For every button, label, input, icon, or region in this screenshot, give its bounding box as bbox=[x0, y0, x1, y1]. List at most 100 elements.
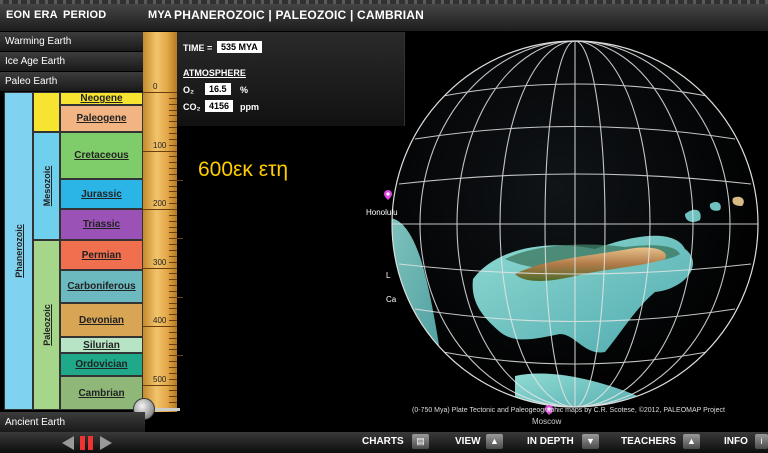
charts-button[interactable]: CHARTS bbox=[362, 436, 404, 447]
ruler-tick bbox=[169, 343, 177, 345]
period-carboniferous[interactable]: Carboniferous bbox=[60, 270, 143, 303]
period-cambrian[interactable]: Cambrian bbox=[60, 376, 143, 410]
o2-unit: % bbox=[240, 85, 249, 95]
info-panel: TIME = 535 MYA ATMOSPHERE O₂ 16.5 % CO₂ … bbox=[177, 32, 405, 126]
info-icon[interactable]: i bbox=[755, 434, 768, 449]
ruler-tick bbox=[143, 150, 177, 152]
overlay-annotation: 600εκ ετη bbox=[198, 158, 289, 181]
ruler-tick bbox=[169, 179, 183, 181]
ruler-tick bbox=[169, 349, 177, 351]
ruler-tick bbox=[169, 314, 177, 316]
atmosphere-label: ATMOSPHERE bbox=[183, 68, 246, 78]
ruler-tick bbox=[169, 273, 177, 275]
period-silurian[interactable]: Silurian bbox=[60, 337, 143, 353]
in-depth-button[interactable]: IN DEPTH bbox=[527, 436, 574, 447]
ruler-tick bbox=[169, 214, 177, 216]
period-ordovician[interactable]: Ordovician bbox=[60, 353, 143, 376]
ruler-tick bbox=[169, 115, 177, 117]
view-button[interactable]: VIEW bbox=[455, 436, 481, 447]
era-paleozoic[interactable]: Paleozoic bbox=[33, 240, 60, 410]
o2-label: O₂ bbox=[183, 85, 194, 95]
ruler-tick bbox=[169, 203, 177, 205]
previous-icon[interactable] bbox=[62, 436, 74, 450]
period-column: Neogene Paleogene Cretaceous Jurassic Tr… bbox=[60, 92, 143, 410]
ruler-tick bbox=[143, 384, 177, 386]
pause-icon[interactable] bbox=[80, 436, 94, 450]
period-cretaceous[interactable]: Cretaceous bbox=[60, 132, 143, 179]
ruler-label: 400 bbox=[153, 316, 167, 325]
top-bar: EON ERA PERIOD MYA PHANEROZOIC | PALEOZO… bbox=[0, 0, 768, 32]
charts-icon[interactable]: ▤ bbox=[412, 434, 429, 449]
ruler-tick bbox=[169, 249, 177, 251]
ruler-tick bbox=[169, 144, 177, 146]
ruler-tick bbox=[169, 97, 177, 99]
label-ca: Ca bbox=[386, 295, 397, 304]
ruler-tick bbox=[169, 103, 177, 105]
ruler-tick bbox=[169, 127, 177, 129]
period-devonian[interactable]: Devonian bbox=[60, 303, 143, 337]
ruler-label: 500 bbox=[153, 374, 167, 384]
era-header: ERA bbox=[34, 9, 58, 21]
ruler-tick bbox=[169, 238, 183, 240]
period-jurassic[interactable]: Jurassic bbox=[60, 179, 143, 209]
teachers-button[interactable]: TEACHERS bbox=[621, 436, 676, 447]
location-pin-icon[interactable] bbox=[384, 190, 392, 200]
ruler-tick bbox=[169, 156, 177, 158]
ruler-label: 300 bbox=[153, 257, 167, 267]
mya-ruler[interactable]: 0 100 200 300 400 500 bbox=[143, 32, 183, 412]
ruler-tick bbox=[169, 390, 177, 392]
ruler-tick bbox=[169, 226, 177, 228]
ruler-tick bbox=[169, 320, 177, 322]
globe-map[interactable] bbox=[385, 34, 765, 414]
ruler-tick bbox=[169, 296, 183, 298]
app-window: EON ERA PERIOD MYA PHANEROZOIC | PALEOZO… bbox=[0, 0, 768, 453]
ruler-tick bbox=[169, 279, 177, 281]
period-permian[interactable]: Permian bbox=[60, 240, 143, 270]
ruler-tick bbox=[169, 378, 177, 380]
era-mesozoic-label: Mesozoic bbox=[41, 165, 52, 207]
era-cenozoic[interactable] bbox=[33, 92, 60, 132]
teachers-icon[interactable]: ▲ bbox=[683, 434, 700, 449]
ruler-label: 0 bbox=[153, 82, 158, 91]
top-decoration bbox=[0, 0, 768, 4]
era-mesozoic[interactable]: Mesozoic bbox=[33, 132, 60, 240]
period-paleogene[interactable]: Paleogene bbox=[60, 105, 143, 132]
info-button[interactable]: INFO bbox=[724, 436, 748, 447]
period-triassic[interactable]: Triassic bbox=[60, 209, 143, 240]
ruler-tick bbox=[169, 402, 177, 404]
ruler-tick bbox=[169, 109, 177, 111]
ruler-tick bbox=[169, 308, 177, 310]
co2-value: 4156 bbox=[205, 100, 234, 112]
menu-ice-age-earth[interactable]: Ice Age Earth bbox=[0, 52, 145, 72]
ruler-tick bbox=[169, 302, 177, 304]
ruler-tick bbox=[169, 396, 177, 398]
ruler-tick bbox=[169, 191, 177, 193]
ruler-label: 100 bbox=[153, 140, 167, 150]
menu-paleo-earth[interactable]: Paleo Earth bbox=[0, 72, 145, 92]
period-neogene[interactable]: Neogene bbox=[60, 92, 143, 105]
ruler-tick bbox=[169, 337, 177, 339]
ruler-tick bbox=[169, 372, 177, 374]
view-icon[interactable]: ▲ bbox=[486, 434, 503, 449]
eon-phanerozoic[interactable]: Phanerozoic bbox=[4, 92, 33, 410]
eon-header: EON bbox=[6, 9, 31, 21]
ruler-tick bbox=[143, 326, 177, 327]
ruler-tick bbox=[169, 355, 183, 357]
menu-warming-earth[interactable]: Warming Earth bbox=[0, 32, 145, 52]
ruler-tick bbox=[169, 232, 177, 234]
next-icon[interactable] bbox=[100, 436, 112, 450]
eon-label: Phanerozoic bbox=[13, 224, 24, 278]
menu-ancient-earth[interactable]: Ancient Earth bbox=[0, 412, 145, 432]
ruler-tick bbox=[169, 168, 177, 170]
ruler-tick bbox=[169, 185, 177, 187]
breadcrumb: PHANEROZOIC | PALEOZOIC | CAMBRIAN bbox=[174, 8, 424, 22]
label-moscow: Moscow bbox=[532, 417, 562, 426]
era-column: Mesozoic Paleozoic bbox=[33, 92, 60, 410]
ruler-tick bbox=[143, 209, 177, 210]
ruler-tick bbox=[169, 197, 177, 199]
in-depth-icon[interactable]: ▼ bbox=[582, 434, 599, 449]
ruler-tick bbox=[169, 244, 177, 246]
ruler-tick bbox=[169, 220, 177, 222]
ruler-tick bbox=[143, 267, 177, 269]
label-l: L bbox=[386, 271, 391, 280]
